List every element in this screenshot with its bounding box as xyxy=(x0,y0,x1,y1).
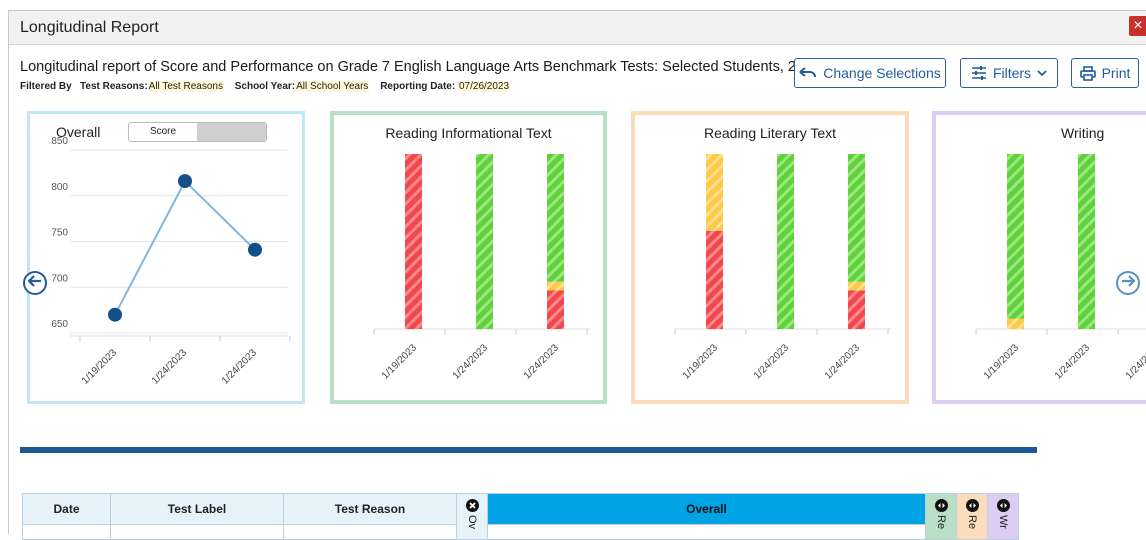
sliders-icon xyxy=(971,66,987,80)
x-tick-label: 1/24/2023 xyxy=(1053,342,1093,382)
col-overall[interactable]: Overall xyxy=(487,493,926,525)
expand-icon[interactable] xyxy=(996,499,1010,515)
x-tick-label: 1/24/2023 xyxy=(522,342,562,382)
arrow-right-icon xyxy=(1121,274,1136,292)
bar-segment-red xyxy=(706,231,723,329)
table-cell xyxy=(22,524,111,540)
filters-label: Filters xyxy=(992,65,1032,81)
bar-segment-red xyxy=(848,290,865,329)
reporting-date-value: 07/26/2023 xyxy=(457,81,511,92)
chevron-down-icon xyxy=(1037,69,1047,77)
test-reasons-label: Test Reasons: xyxy=(80,81,148,92)
window-title: Longitudinal Report xyxy=(20,19,159,36)
writing-chart: 1/19/2023 1/24/2023 1/24/2023 xyxy=(975,154,1146,382)
score-line xyxy=(114,179,256,316)
x-tick-label: 1/19/2023 xyxy=(380,342,420,382)
print-button[interactable]: Print xyxy=(1071,58,1139,88)
overall-card: Overall Score 850 800 750 700 650 1/19/2023 1/… xyxy=(27,111,305,404)
col-date[interactable]: Date xyxy=(22,493,111,525)
collapsed-label: Wr xyxy=(997,515,1009,529)
table-cell xyxy=(283,524,457,540)
x-tick-label: 1/24/2023 xyxy=(150,347,190,387)
score-point xyxy=(248,242,262,257)
bar-segment-green xyxy=(476,154,493,329)
bar-segment-yellow xyxy=(706,154,723,231)
section-divider xyxy=(20,447,1037,453)
reading-informational-chart: 1/19/2023 1/24/2023 1/24/2023 xyxy=(373,154,590,382)
reading-literary-chart: 1/19/2023 1/24/2023 1/24/2023 xyxy=(674,154,891,382)
y-tick-label: 850 xyxy=(51,136,68,147)
printer-icon xyxy=(1079,65,1096,81)
table-cell xyxy=(110,524,284,540)
bar-segment-red xyxy=(405,154,422,329)
x-tick-label: 1/24/2023 xyxy=(823,342,863,382)
x-tick-label: 1/24/2023 xyxy=(752,342,792,382)
x-tick-label: 1/19/2023 xyxy=(681,342,721,382)
collapsed-label: Ov xyxy=(466,515,478,530)
filter-summary: Filtered By Test Reasons:All Test Reason… xyxy=(20,81,518,92)
window-titlebar: Longitudinal Report xyxy=(9,11,1146,45)
bar-segment-green xyxy=(848,154,865,282)
bar-segment-yellow xyxy=(547,281,564,291)
score-point xyxy=(108,307,122,322)
x-tick-label: 1/24/2023 xyxy=(1124,342,1146,382)
collapsed-label: Re xyxy=(935,515,947,530)
collapsed-label: Re xyxy=(966,515,978,530)
carousel-prev-button[interactable] xyxy=(23,271,47,295)
close-button[interactable]: × xyxy=(1129,16,1146,36)
x-tick-label: 1/19/2023 xyxy=(982,342,1022,382)
col-test-label[interactable]: Test Label xyxy=(110,493,284,525)
bar-segment-yellow xyxy=(848,281,865,291)
test-reasons-value: All Test Reasons xyxy=(147,81,224,92)
bar-segment-green xyxy=(547,154,564,282)
carousel-next-button[interactable] xyxy=(1116,271,1140,295)
change-selections-button[interactable]: Change Selections xyxy=(794,58,946,88)
print-label: Print xyxy=(1101,65,1131,81)
overall-score-chart: 850 800 750 700 650 1/19/2023 1/24/2023 1/24/20… xyxy=(51,136,291,387)
filtered-by-label: Filtered By xyxy=(20,81,72,92)
expand-icon[interactable] xyxy=(934,499,948,515)
change-selections-label: Change Selections xyxy=(823,65,941,81)
x-tick-label: 1/24/2023 xyxy=(220,347,260,387)
writing-card: Writing 1/19/2023 1/24/2023 1/24/2023 xyxy=(932,111,1146,404)
x-tick-label: 1/19/2023 xyxy=(80,347,120,387)
expand-icon[interactable] xyxy=(965,499,979,515)
collapse-icon[interactable] xyxy=(465,499,479,515)
filters-button[interactable]: Filters xyxy=(960,58,1058,88)
y-tick-label: 700 xyxy=(51,273,68,284)
report-title: Longitudinal report of Score and Perform… xyxy=(20,59,821,75)
bar-segment-yellow xyxy=(1007,318,1024,329)
y-tick-label: 800 xyxy=(51,182,68,193)
x-tick-label: 1/24/2023 xyxy=(451,342,491,382)
school-year-value: All School Years xyxy=(295,81,370,92)
score-point xyxy=(178,174,192,189)
bar-segment-green xyxy=(1078,154,1095,329)
table-cell xyxy=(487,524,926,540)
y-tick-label: 650 xyxy=(51,319,68,330)
reading-literary-card: Reading Literary Text 1/19/2023 1/24/2023… xyxy=(631,111,909,404)
bar-segment-green xyxy=(777,154,794,329)
bar-segment-green xyxy=(1007,154,1024,319)
undo-icon xyxy=(799,67,817,79)
bar-segment-red xyxy=(547,290,564,329)
reporting-date-label: Reporting Date: xyxy=(380,81,456,92)
y-tick-label: 750 xyxy=(51,228,68,239)
school-year-label: School Year: xyxy=(234,81,296,92)
reading-informational-card: Reading Informational Text 1/19/2023 1/24… xyxy=(330,111,607,404)
col-test-reason[interactable]: Test Reason xyxy=(283,493,457,525)
arrow-left-icon xyxy=(27,274,42,292)
